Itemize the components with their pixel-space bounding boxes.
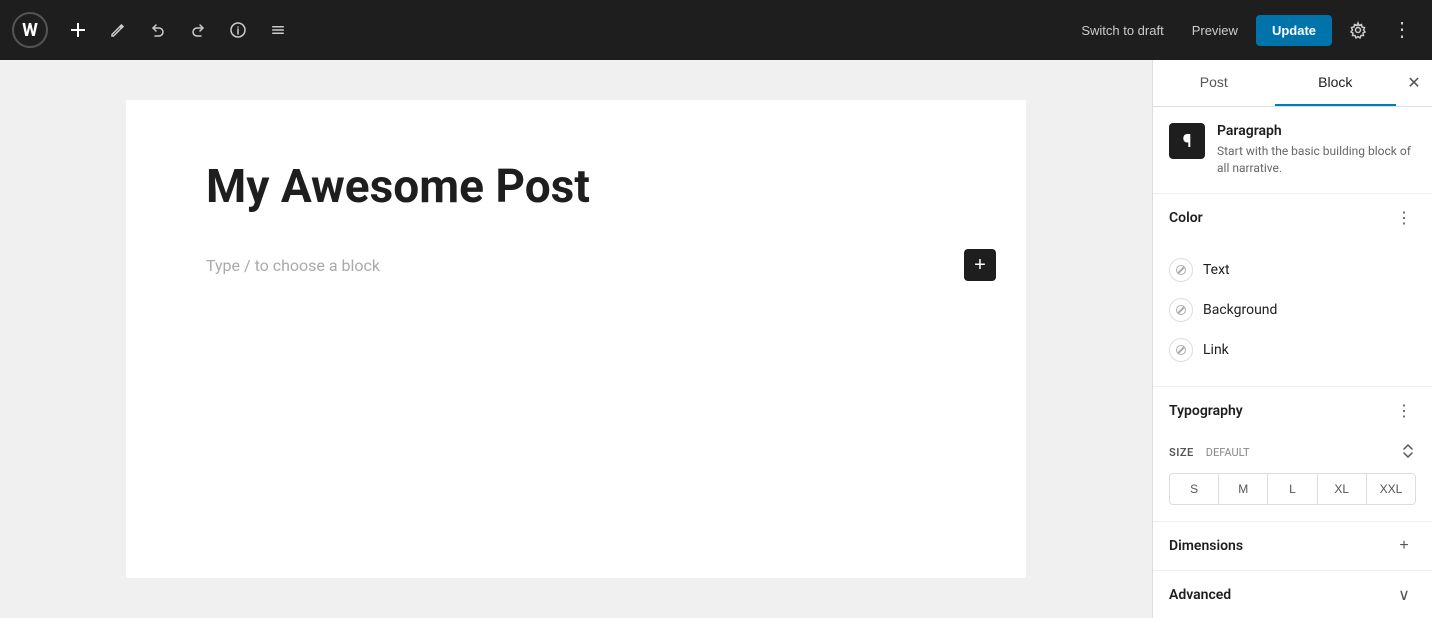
color-options: Text Background Link — [1153, 242, 1432, 386]
edit-button[interactable] — [100, 12, 136, 48]
dimensions-title: Dimensions — [1169, 538, 1243, 554]
color-link-option[interactable]: Link — [1169, 330, 1416, 370]
paragraph-icon: ¶ — [1169, 123, 1205, 159]
add-block-toolbar-button[interactable] — [60, 12, 96, 48]
color-link-label: Link — [1203, 342, 1229, 358]
list-view-button[interactable] — [260, 12, 296, 48]
dimensions-expand-button[interactable]: + — [1392, 534, 1416, 558]
info-button[interactable] — [220, 12, 256, 48]
advanced-title: Advanced — [1169, 587, 1231, 603]
typography-section-more[interactable]: ⋮ — [1392, 399, 1416, 423]
color-text-option[interactable]: Text — [1169, 250, 1416, 290]
switch-to-draft-button[interactable]: Switch to draft — [1071, 17, 1173, 44]
toolbar-right: Switch to draft Preview Update ⋮ — [1071, 12, 1420, 48]
tab-block[interactable]: Block — [1275, 60, 1397, 106]
size-controls-icon[interactable] — [1400, 443, 1416, 463]
color-section-header[interactable]: Color ⋮ — [1153, 194, 1432, 242]
block-placeholder[interactable]: Type / to choose a block + — [206, 245, 946, 285]
more-options-button[interactable]: ⋮ — [1384, 12, 1420, 48]
close-sidebar-button[interactable]: ✕ — [1396, 65, 1432, 101]
block-info-text: Paragraph Start with the basic building … — [1217, 123, 1416, 177]
advanced-section: Advanced ∨ — [1153, 571, 1432, 618]
color-section-more[interactable]: ⋮ — [1392, 206, 1416, 230]
editor-canvas[interactable]: My Awesome Post Type / to choose a block… — [0, 60, 1152, 618]
update-button[interactable]: Update — [1256, 15, 1332, 46]
dimensions-section: Dimensions + — [1153, 522, 1432, 571]
add-block-button[interactable]: + — [964, 249, 996, 281]
toolbar: W Switch to draft Preview Update ⋮ — [0, 0, 1432, 60]
undo-button[interactable] — [140, 12, 176, 48]
toolbar-left: W — [12, 12, 296, 48]
advanced-header[interactable]: Advanced ∨ — [1153, 571, 1432, 618]
color-text-label: Text — [1203, 262, 1230, 278]
size-l-button[interactable]: L — [1268, 474, 1317, 504]
color-background-option[interactable]: Background — [1169, 290, 1416, 330]
main-area: My Awesome Post Type / to choose a block… — [0, 60, 1432, 618]
typography-section: Typography ⋮ SIZE DEFAULT S M L XL XXL — [1153, 387, 1432, 522]
post-title[interactable]: My Awesome Post — [206, 160, 946, 215]
color-background-label: Background — [1203, 302, 1277, 318]
block-description: Start with the basic building block of a… — [1217, 143, 1416, 177]
settings-button[interactable] — [1340, 12, 1376, 48]
preview-button[interactable]: Preview — [1182, 17, 1248, 44]
size-row: SIZE DEFAULT — [1169, 443, 1416, 463]
color-section: Color ⋮ Text Background — [1153, 194, 1432, 387]
size-default-label: DEFAULT — [1206, 446, 1250, 459]
size-xxl-button[interactable]: XXL — [1367, 474, 1415, 504]
color-circle-inner-bg — [1176, 305, 1186, 315]
block-name: Paragraph — [1217, 123, 1416, 139]
advanced-collapse-button[interactable]: ∨ — [1392, 583, 1416, 607]
color-circle-inner-link — [1176, 345, 1186, 355]
sidebar-header: Post Block ✕ — [1153, 60, 1432, 107]
typography-section-header[interactable]: Typography ⋮ — [1153, 387, 1432, 435]
block-info: ¶ Paragraph Start with the basic buildin… — [1153, 107, 1432, 194]
color-background-circle — [1169, 298, 1193, 322]
color-circle-inner-text — [1176, 265, 1186, 275]
tab-post[interactable]: Post — [1153, 60, 1275, 106]
size-s-button[interactable]: S — [1170, 474, 1219, 504]
editor-content: My Awesome Post Type / to choose a block… — [126, 100, 1026, 578]
size-buttons: S M L XL XXL — [1169, 473, 1416, 505]
color-link-circle — [1169, 338, 1193, 362]
size-xl-button[interactable]: XL — [1318, 474, 1367, 504]
size-label: SIZE — [1169, 446, 1194, 459]
dimensions-header[interactable]: Dimensions + — [1153, 522, 1432, 570]
redo-button[interactable] — [180, 12, 216, 48]
wp-logo[interactable]: W — [12, 12, 48, 48]
color-text-circle — [1169, 258, 1193, 282]
typography-content: SIZE DEFAULT S M L XL XXL — [1153, 435, 1432, 521]
size-m-button[interactable]: M — [1219, 474, 1268, 504]
placeholder-text: Type / to choose a block — [206, 256, 380, 275]
typography-section-title: Typography — [1169, 403, 1243, 419]
color-section-title: Color — [1169, 210, 1203, 226]
sidebar: Post Block ✕ ¶ Paragraph Start with the … — [1152, 60, 1432, 618]
